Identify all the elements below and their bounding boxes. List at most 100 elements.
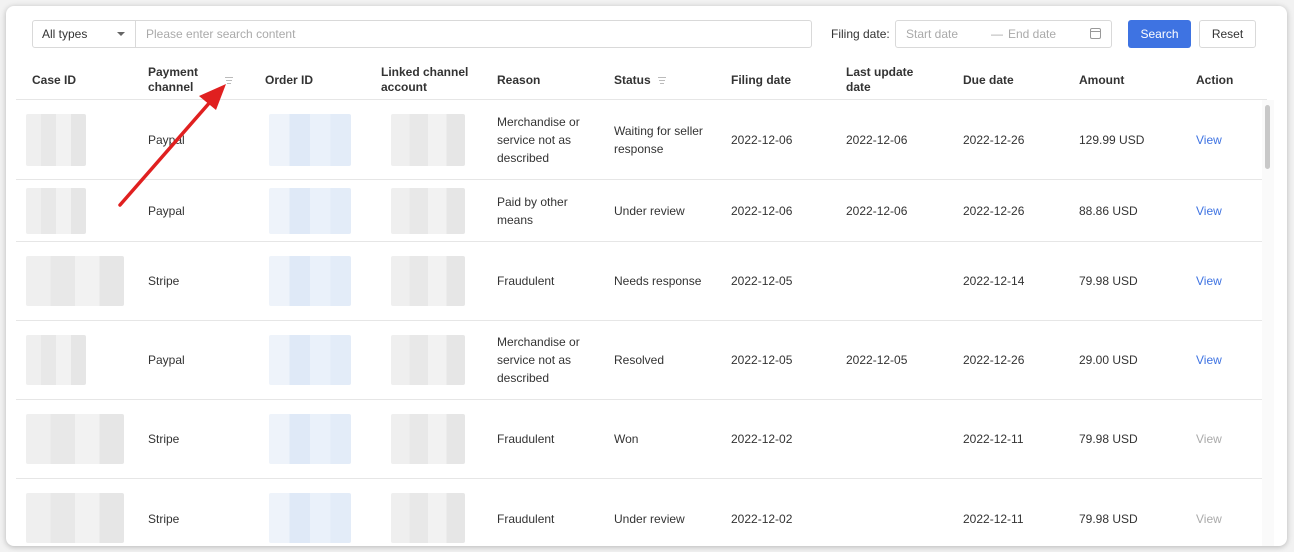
caret-down-icon bbox=[117, 32, 125, 36]
amount-cell: 79.98 USD bbox=[1079, 274, 1138, 288]
reason-cell: Fraudulent bbox=[497, 274, 555, 288]
table-row: Paypal Paid by other means Under review … bbox=[16, 180, 1267, 242]
view-link[interactable]: View bbox=[1196, 100, 1222, 179]
column-header-payment-channel: Payment channel bbox=[148, 60, 258, 100]
filing-date-cell: 2022-12-06 bbox=[731, 203, 793, 218]
redacted-order-id bbox=[269, 493, 351, 543]
reason-cell: Fraudulent bbox=[497, 512, 555, 526]
filing-date-cell: 2022-12-05 bbox=[731, 353, 793, 367]
redacted-linked-account bbox=[391, 114, 465, 166]
redacted-order-id bbox=[269, 188, 351, 234]
scrollbar-thumb[interactable] bbox=[1265, 105, 1270, 169]
status-cell: Waiting for seller response bbox=[614, 123, 703, 156]
status-cell: Needs response bbox=[614, 274, 702, 288]
filter-toolbar: All types Filing date: Start date — End … bbox=[6, 6, 1287, 60]
reason-cell: Merchandise or service not as described bbox=[497, 335, 580, 385]
column-header-status: Status bbox=[614, 60, 666, 100]
payment-channel-cell: Paypal bbox=[148, 353, 185, 367]
redacted-case-id bbox=[26, 335, 86, 385]
filter-icon[interactable] bbox=[225, 76, 233, 84]
due-date-cell: 2022-12-14 bbox=[963, 274, 1025, 288]
calendar-icon[interactable] bbox=[1090, 28, 1101, 39]
last-update-cell: 2022-12-06 bbox=[846, 132, 908, 147]
payment-channel-cell: Stripe bbox=[148, 512, 180, 526]
last-update-cell: 2022-12-05 bbox=[846, 353, 908, 367]
redacted-order-id bbox=[269, 414, 351, 464]
amount-cell: 79.98 USD bbox=[1079, 432, 1138, 446]
table-row: Stripe Fraudulent Won 2022-12-02 2022-12… bbox=[16, 400, 1267, 479]
column-header-reason: Reason bbox=[497, 72, 541, 87]
column-header-filing-date: Filing date bbox=[731, 72, 791, 87]
payment-channel-cell: Stripe bbox=[148, 432, 180, 446]
column-header-linked-account: Linked channel account bbox=[381, 65, 469, 94]
end-date-input[interactable]: End date bbox=[1008, 21, 1056, 47]
payment-channel-cell: Paypal bbox=[148, 203, 185, 218]
search-input[interactable] bbox=[135, 20, 812, 48]
view-link[interactable]: View bbox=[1196, 479, 1222, 546]
amount-cell: 88.86 USD bbox=[1079, 203, 1138, 218]
redacted-linked-account bbox=[391, 188, 465, 234]
view-link[interactable]: View bbox=[1196, 400, 1222, 478]
reset-button[interactable]: Reset bbox=[1199, 20, 1256, 48]
due-date-cell: 2022-12-11 bbox=[963, 432, 1024, 446]
view-link[interactable]: View bbox=[1196, 242, 1222, 320]
redacted-case-id bbox=[26, 188, 86, 234]
status-cell: Under review bbox=[614, 512, 685, 526]
redacted-linked-account bbox=[391, 414, 465, 464]
reason-cell: Fraudulent bbox=[497, 432, 555, 446]
due-date-cell: 2022-12-11 bbox=[963, 512, 1024, 526]
filing-date-range-picker[interactable]: Start date — End date bbox=[895, 20, 1112, 48]
amount-cell: 79.98 USD bbox=[1079, 512, 1138, 526]
redacted-case-id bbox=[26, 493, 124, 543]
reason-cell: Merchandise or service not as described bbox=[497, 114, 580, 165]
date-separator: — bbox=[991, 27, 1003, 41]
table-header: Case ID Payment channel Order ID Linked … bbox=[16, 60, 1267, 100]
redacted-order-id bbox=[269, 114, 351, 166]
redacted-case-id bbox=[26, 256, 124, 306]
reason-cell: Paid by other means bbox=[497, 194, 568, 227]
table-row: Stripe Fraudulent Under review 2022-12-0… bbox=[16, 479, 1267, 546]
redacted-linked-account bbox=[391, 256, 465, 306]
payment-channel-cell: Stripe bbox=[148, 274, 180, 288]
redacted-case-id bbox=[26, 114, 86, 166]
amount-cell: 29.00 USD bbox=[1079, 353, 1138, 367]
redacted-linked-account bbox=[391, 493, 465, 543]
vertical-scrollbar[interactable] bbox=[1262, 100, 1274, 546]
due-date-cell: 2022-12-26 bbox=[963, 353, 1025, 367]
column-header-due-date: Due date bbox=[963, 72, 1014, 87]
filing-date-cell: 2022-12-02 bbox=[731, 512, 793, 526]
column-header-amount: Amount bbox=[1079, 72, 1125, 87]
redacted-case-id bbox=[26, 414, 124, 464]
column-header-action: Action bbox=[1196, 72, 1234, 87]
filter-icon[interactable] bbox=[657, 76, 666, 84]
due-date-cell: 2022-12-26 bbox=[963, 203, 1025, 218]
table-row: Paypal Merchandise or service not as des… bbox=[16, 321, 1267, 400]
redacted-order-id bbox=[269, 335, 351, 385]
payment-channel-cell: Paypal bbox=[148, 132, 185, 147]
filing-date-cell: 2022-12-06 bbox=[731, 132, 793, 147]
filing-date-label: Filing date: bbox=[831, 27, 890, 41]
redacted-order-id bbox=[269, 256, 351, 306]
column-header-order-id: Order ID bbox=[265, 72, 314, 87]
disputes-window: All types Filing date: Start date — End … bbox=[6, 6, 1287, 546]
redacted-linked-account bbox=[391, 335, 465, 385]
last-update-cell: 2022-12-06 bbox=[846, 203, 908, 218]
disputes-table: Case ID Payment channel Order ID Linked … bbox=[16, 60, 1267, 546]
column-header-last-update-date: Last update date bbox=[846, 65, 914, 94]
due-date-cell: 2022-12-26 bbox=[963, 132, 1025, 147]
view-link[interactable]: View bbox=[1196, 321, 1222, 399]
status-cell: Won bbox=[614, 432, 639, 446]
status-cell: Under review bbox=[614, 203, 685, 218]
filing-date-cell: 2022-12-05 bbox=[731, 274, 793, 288]
amount-cell: 129.99 USD bbox=[1079, 132, 1145, 147]
type-select[interactable]: All types bbox=[32, 20, 136, 48]
table-row: Stripe Fraudulent Needs response 2022-12… bbox=[16, 242, 1267, 321]
start-date-input[interactable]: Start date bbox=[906, 21, 958, 47]
table-row: Paypal Merchandise or service not as des… bbox=[16, 100, 1267, 180]
type-select-value: All types bbox=[42, 27, 88, 41]
column-header-case-id: Case ID bbox=[32, 72, 77, 87]
search-button[interactable]: Search bbox=[1128, 20, 1191, 48]
view-link[interactable]: View bbox=[1196, 180, 1222, 241]
filing-date-cell: 2022-12-02 bbox=[731, 432, 793, 446]
status-cell: Resolved bbox=[614, 353, 665, 367]
